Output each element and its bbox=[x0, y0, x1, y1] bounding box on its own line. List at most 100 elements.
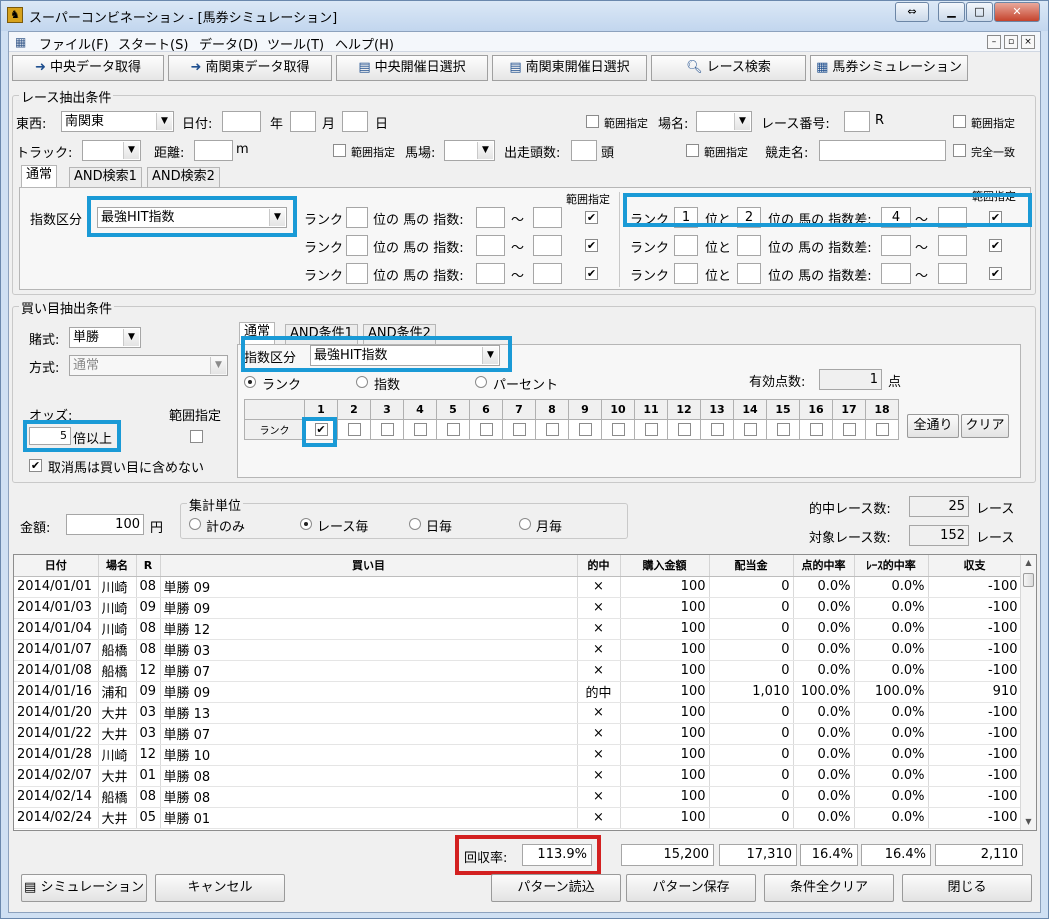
rank-checkbox[interactable] bbox=[545, 423, 559, 437]
radio-index[interactable] bbox=[356, 376, 368, 388]
rank-checkbox[interactable] bbox=[644, 423, 658, 437]
date-range-checkbox[interactable] bbox=[586, 115, 599, 128]
save-pattern-button[interactable]: パターン保存 bbox=[626, 874, 756, 902]
index-range-checkbox[interactable]: ✔ bbox=[585, 239, 598, 252]
odds-range-checkbox[interactable] bbox=[190, 430, 203, 443]
table-row[interactable]: 2014/01/03 川崎 09 単勝 09 × 100 0 0.0% 0.0% -100 bbox=[14, 597, 1022, 619]
south-kanto-date-button[interactable]: ▤ 南関東開催日選択 bbox=[492, 55, 647, 81]
close-button[interactable]: 閉じる bbox=[902, 874, 1032, 902]
race-search-button[interactable]: 🔍︎ レース検索 bbox=[651, 55, 806, 81]
column-header[interactable]: 的中 bbox=[577, 555, 621, 577]
rank-checkbox[interactable] bbox=[875, 423, 889, 437]
diff-rank-b-input[interactable] bbox=[737, 235, 761, 256]
minimize-icon[interactable]: ▁ bbox=[938, 2, 965, 22]
agg-per-day-radio[interactable] bbox=[409, 518, 421, 530]
index-rank-input[interactable] bbox=[346, 207, 368, 228]
baba-select[interactable]: ▼ bbox=[444, 140, 495, 161]
agg-per-race-radio[interactable] bbox=[300, 518, 312, 530]
amount-input[interactable]: 100 bbox=[66, 514, 144, 535]
central-data-button[interactable]: ➜ 中央データ取得 bbox=[12, 55, 164, 81]
scroll-down-icon[interactable]: ▼ bbox=[1021, 814, 1036, 830]
diff-to-input[interactable] bbox=[938, 235, 967, 256]
rank-checkbox[interactable] bbox=[776, 423, 790, 437]
distance-input[interactable] bbox=[194, 140, 233, 161]
maximize-icon[interactable]: □ bbox=[966, 2, 993, 22]
index-to-input[interactable] bbox=[533, 207, 562, 228]
runners-input[interactable] bbox=[571, 140, 597, 161]
rank-checkbox[interactable] bbox=[479, 423, 493, 437]
central-date-button[interactable]: ▤ 中央開催日選択 bbox=[336, 55, 488, 81]
race-no-range-checkbox[interactable] bbox=[953, 115, 966, 128]
rank-checkbox[interactable] bbox=[347, 423, 361, 437]
index-to-input[interactable] bbox=[533, 263, 562, 284]
column-header[interactable]: 購入金額 bbox=[620, 555, 710, 577]
day-input[interactable] bbox=[342, 111, 368, 132]
column-header[interactable]: 点的中率 bbox=[793, 555, 855, 577]
diff-rank-a-input[interactable] bbox=[674, 263, 698, 284]
race-tab-and2[interactable]: AND検索2 bbox=[147, 167, 220, 187]
diff-from-input[interactable] bbox=[881, 263, 911, 284]
radio-rank[interactable] bbox=[244, 376, 256, 388]
rank-checkbox[interactable] bbox=[743, 423, 757, 437]
race-tab-and1[interactable]: AND検索1 bbox=[69, 167, 142, 187]
table-row[interactable]: 2014/01/04 川崎 08 単勝 12 × 100 0 0.0% 0.0% -100 bbox=[14, 618, 1022, 640]
menu-tools[interactable]: ツール(T) bbox=[267, 34, 324, 53]
results-table[interactable]: 日付 場名 R 買い目 的中 購入金額 配当金 点的中率 ﾚｰｽ的中率 収支 2014/01/01… bbox=[13, 554, 1037, 831]
diff-from-input[interactable] bbox=[881, 235, 911, 256]
rank-checkbox[interactable] bbox=[677, 423, 691, 437]
mdi-restore-icon[interactable]: ▫ bbox=[1004, 35, 1018, 49]
rank-checkbox[interactable] bbox=[512, 423, 526, 437]
diff-rank-a-input[interactable] bbox=[674, 235, 698, 256]
runners-range-checkbox[interactable] bbox=[686, 144, 699, 157]
all-combinations-button[interactable]: 全通り bbox=[907, 414, 959, 438]
table-row[interactable]: 2014/01/16 浦和 09 単勝 09 的中 100 1,010 100.0% 100.0… bbox=[14, 681, 1022, 703]
table-row[interactable]: 2014/02/07 大井 01 単勝 08 × 100 0 0.0% 0.0% -100 bbox=[14, 765, 1022, 787]
column-header[interactable]: 配当金 bbox=[709, 555, 794, 577]
column-header[interactable]: 買い目 bbox=[160, 555, 578, 577]
rank-checkbox[interactable] bbox=[842, 423, 856, 437]
index-from-input[interactable] bbox=[476, 207, 505, 228]
diff-range-checkbox[interactable]: ✔ bbox=[989, 267, 1002, 280]
table-row[interactable]: 2014/01/20 大井 03 単勝 13 × 100 0 0.0% 0.0% -100 bbox=[14, 702, 1022, 724]
rank-checkbox[interactable] bbox=[578, 423, 592, 437]
exclude-scratched-checkbox[interactable]: ✔ bbox=[29, 459, 42, 472]
index-to-input[interactable] bbox=[533, 235, 562, 256]
index-range-checkbox[interactable]: ✔ bbox=[585, 211, 598, 224]
table-row[interactable]: 2014/02/24 大井 05 単勝 01 × 100 0 0.0% 0.0% -100 bbox=[14, 807, 1022, 829]
title-bar[interactable]: ♞ スーパーコンビネーション - [馬券シミュレーション] ⇔ ▁ □ ✕ bbox=[1, 1, 1048, 31]
index-range-checkbox[interactable]: ✔ bbox=[585, 267, 598, 280]
venue-select[interactable]: ▼ bbox=[696, 111, 752, 132]
diff-to-input[interactable] bbox=[938, 263, 967, 284]
table-scrollbar[interactable]: ▲ ▼ bbox=[1020, 555, 1036, 830]
menu-start[interactable]: スタート(S) bbox=[118, 34, 188, 53]
index-from-input[interactable] bbox=[476, 235, 505, 256]
clear-all-conditions-button[interactable]: 条件全クリア bbox=[764, 874, 894, 902]
table-row[interactable]: 2014/02/14 船橋 08 単勝 08 × 100 0 0.0% 0.0% -100 bbox=[14, 786, 1022, 808]
rank-checkbox[interactable] bbox=[809, 423, 823, 437]
column-header[interactable]: 場名 bbox=[98, 555, 137, 577]
agg-total-only-radio[interactable] bbox=[189, 518, 201, 530]
mdi-minimize-icon[interactable]: – bbox=[987, 35, 1001, 49]
distance-range-checkbox[interactable] bbox=[333, 144, 346, 157]
rank-checkbox[interactable] bbox=[380, 423, 394, 437]
rank-checkbox[interactable] bbox=[611, 423, 625, 437]
column-header[interactable]: 収支 bbox=[928, 555, 1022, 577]
column-header[interactable]: R bbox=[136, 555, 161, 577]
table-row[interactable]: 2014/01/01 川崎 08 単勝 09 × 100 0 0.0% 0.0% -100 bbox=[14, 576, 1022, 598]
menu-help[interactable]: ヘルプ(H) bbox=[335, 34, 394, 53]
simulation-button[interactable]: ▤ シミュレーション bbox=[21, 874, 147, 902]
bet-type-select[interactable]: 単勝 ▼ bbox=[69, 327, 141, 348]
exact-match-checkbox[interactable] bbox=[953, 144, 966, 157]
rank-checkbox[interactable] bbox=[413, 423, 427, 437]
column-header[interactable]: 日付 bbox=[14, 555, 99, 577]
clear-rank-button[interactable]: クリア bbox=[961, 414, 1009, 438]
table-row[interactable]: 2014/01/07 船橋 08 単勝 03 × 100 0 0.0% 0.0% -100 bbox=[14, 639, 1022, 661]
scroll-thumb[interactable] bbox=[1023, 573, 1034, 587]
agg-per-month-radio[interactable] bbox=[519, 518, 531, 530]
menu-file[interactable]: ファイル(F) bbox=[39, 34, 109, 53]
race-tab-normal[interactable]: 通常 bbox=[21, 165, 58, 187]
table-row[interactable]: 2014/01/28 川崎 12 単勝 10 × 100 0 0.0% 0.0% -100 bbox=[14, 744, 1022, 766]
mdi-close-icon[interactable]: × bbox=[1021, 35, 1035, 49]
method-select[interactable]: 通常 ▼ bbox=[69, 355, 228, 376]
table-row[interactable]: 2014/01/22 大井 03 単勝 07 × 100 0 0.0% 0.0% -100 bbox=[14, 723, 1022, 745]
